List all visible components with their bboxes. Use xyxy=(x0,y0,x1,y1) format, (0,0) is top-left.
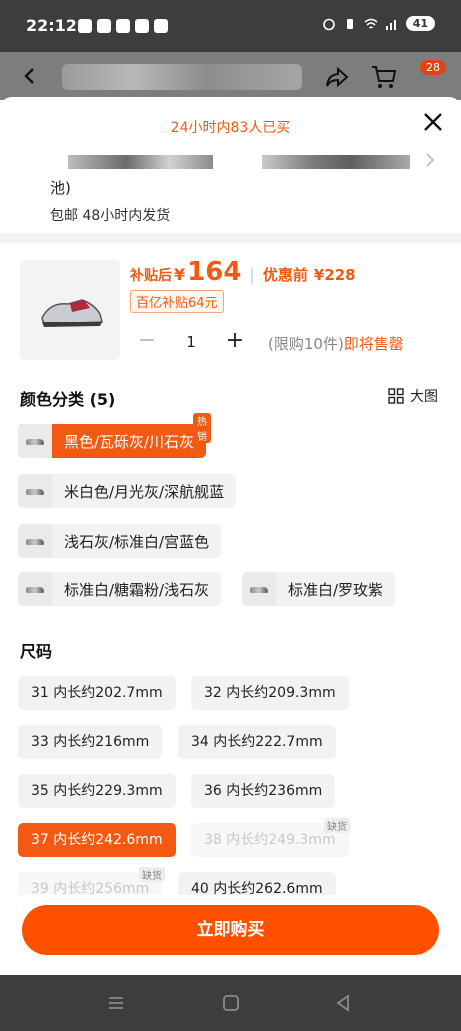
color-thumbnail xyxy=(18,572,52,606)
color-section-title: 颜色分类 (5) xyxy=(20,390,116,409)
size-option[interactable]: 32 内长约209.3mm xyxy=(191,676,349,710)
size-option[interactable]: 36 内长约236mm xyxy=(191,774,336,808)
purchase-limit: (限购10件)即将售罄 xyxy=(268,333,404,354)
price-value: 164 xyxy=(187,257,242,287)
original-price-value: ¥228 xyxy=(313,266,356,284)
back-nav-icon[interactable] xyxy=(334,994,352,1012)
limit-text: (限购10件) xyxy=(268,335,344,353)
color-thumbnail xyxy=(18,474,52,508)
large-view-toggle[interactable]: 大图 xyxy=(388,386,438,406)
section-divider xyxy=(0,233,461,243)
status-time: 22:12 xyxy=(26,16,77,35)
color-option-label: 黑色/瓦砾灰/川石灰 xyxy=(64,432,195,451)
size-option[interactable]: 34 内长约222.7mm xyxy=(178,725,336,759)
notification-icon xyxy=(154,19,168,33)
increment-button[interactable]: + xyxy=(218,325,252,359)
color-option[interactable]: 标准白/罗玫紫 xyxy=(242,572,396,606)
address-line: 池) xyxy=(50,179,71,197)
status-app-icons xyxy=(78,19,168,33)
color-option-label: 标准白/糖霜粉/浅石灰 xyxy=(64,580,210,599)
sku-sheet: 24小时内83人已买 池) 包邮 48小时内发货 补贴后 ¥ 164 | 优惠前… xyxy=(0,97,461,975)
cart-badge: 28 xyxy=(420,60,446,75)
notification-icon xyxy=(78,19,92,33)
cart-icon[interactable] xyxy=(370,64,398,90)
price-row: 补贴后 ¥ 164 | 优惠前 ¥228 xyxy=(130,257,356,287)
share-icon[interactable] xyxy=(324,64,350,90)
address-blurred[interactable] xyxy=(262,155,410,169)
price-separator: | xyxy=(249,265,255,284)
size-option[interactable]: 31 内长约202.7mm xyxy=(18,676,176,710)
battery-indicator: 41 xyxy=(405,16,435,31)
address-blurred[interactable] xyxy=(68,155,213,169)
color-option[interactable]: 标准白/糖霜粉/浅石灰 xyxy=(18,572,222,606)
buy-now-button[interactable]: 立即购买 xyxy=(22,905,439,955)
status-bar: 22:12 41 xyxy=(0,0,461,52)
decrement-button[interactable]: − xyxy=(130,325,164,359)
vibrate-icon xyxy=(346,18,353,29)
shoe-image xyxy=(41,299,103,327)
size-option[interactable]: 35 内长约229.3mm xyxy=(18,774,176,808)
price-currency: ¥ xyxy=(174,265,186,284)
product-thumbnail[interactable] xyxy=(20,260,120,360)
quantity-stepper: − 1 + xyxy=(130,325,250,359)
original-price-label: 优惠前 xyxy=(262,266,308,284)
out-of-stock-badge: 缺货 xyxy=(139,867,165,882)
status-indicators: 41 xyxy=(322,16,435,31)
selling-out-text: 即将售罄 xyxy=(343,335,404,353)
product-header: 28 xyxy=(0,52,461,100)
color-option-label: 浅石灰/标准白/宫蓝色 xyxy=(64,532,210,551)
alarm-icon xyxy=(322,18,335,30)
notification-icon xyxy=(97,19,111,33)
color-option[interactable]: 浅石灰/标准白/宫蓝色 xyxy=(18,524,222,558)
shipping-info: 包邮 48小时内发货 xyxy=(50,208,171,224)
hot-sale-badge: 热销 xyxy=(193,413,211,443)
size-option-selected[interactable]: 37 内长约242.6mm xyxy=(18,823,176,857)
color-option[interactable]: 米白色/月光灰/深航舰蓝 xyxy=(18,474,237,508)
out-of-stock-badge: 缺货 xyxy=(324,818,350,833)
grid-icon xyxy=(388,388,404,404)
blurred-title xyxy=(62,64,302,90)
buy-bar: 立即购买 xyxy=(0,895,461,975)
size-option[interactable]: 33 内长约216mm xyxy=(18,725,163,759)
subsidy-tag: 百亿补贴64元 xyxy=(130,290,224,313)
quantity-value[interactable]: 1 xyxy=(174,333,208,351)
system-nav-bar xyxy=(0,975,461,1031)
color-thumbnail xyxy=(242,572,276,606)
wifi-icon xyxy=(364,18,378,29)
home-icon[interactable] xyxy=(222,994,240,1012)
chevron-right-icon[interactable] xyxy=(424,151,436,169)
color-option-label: 米白色/月光灰/深航舰蓝 xyxy=(64,482,225,501)
signal-icon xyxy=(385,19,396,30)
bought-banner: 24小时内83人已买 xyxy=(170,120,291,136)
notification-icon xyxy=(116,19,130,33)
size-section-title: 尺码 xyxy=(20,642,53,661)
back-icon[interactable] xyxy=(20,66,40,86)
color-thumbnail xyxy=(18,424,52,458)
color-option[interactable]: 黑色/瓦砾灰/川石灰 热销 xyxy=(18,413,211,458)
color-option-label: 标准白/罗玫紫 xyxy=(288,580,384,599)
color-thumbnail xyxy=(18,524,52,558)
close-icon[interactable] xyxy=(420,109,446,135)
notification-icon xyxy=(135,19,149,33)
large-view-label: 大图 xyxy=(410,389,438,405)
price-label: 补贴后 xyxy=(130,268,172,284)
menu-icon[interactable] xyxy=(106,995,126,1011)
